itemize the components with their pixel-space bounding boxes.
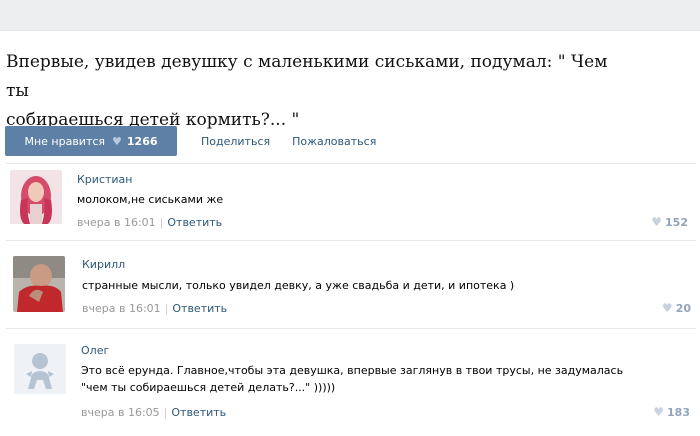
share-link[interactable]: Поделиться: [201, 135, 270, 148]
like-label: Мне нравится: [24, 134, 106, 148]
post-text-line: Впервые, увидев девушку с маленькими сис…: [6, 52, 608, 101]
comment-meta: вчера в 16:01 | Ответить: [82, 302, 228, 315]
comment-text-line: Это всё ерунда. Главное,чтобы эта девушк…: [81, 364, 624, 377]
comment-author[interactable]: Кирилл: [82, 258, 125, 271]
person-silhouette-icon: [14, 344, 66, 394]
reply-link[interactable]: Ответить: [172, 302, 227, 315]
comment-text: странные мысли, только увидел девку, а у…: [82, 279, 515, 292]
comment-like-button[interactable]: ♥ 20: [662, 301, 691, 315]
comment-like-count: 183: [667, 405, 690, 419]
divider: [6, 328, 696, 329]
comment-time[interactable]: вчера в 16:05: [81, 406, 160, 419]
like-count: 1266: [126, 134, 158, 148]
top-bar: [0, 0, 700, 31]
avatar-photo: [13, 256, 65, 312]
comment-like-count: 20: [675, 301, 691, 315]
comment-author[interactable]: Олег: [81, 344, 109, 357]
report-link[interactable]: Пожаловаться: [292, 135, 376, 148]
comment-like-count: 152: [665, 215, 688, 229]
heart-icon: ♥: [112, 134, 122, 148]
comment-author[interactable]: Кристиан: [77, 173, 132, 186]
comment-text: Это всё ерунда. Главное,чтобы эта девушк…: [81, 362, 623, 396]
comment-text: молоком,не сиськами же: [77, 193, 224, 206]
reply-link[interactable]: Ответить: [171, 406, 226, 419]
heart-icon: ♥: [651, 215, 663, 229]
comment-like-button[interactable]: ♥ 183: [653, 405, 690, 419]
comment-like-button[interactable]: ♥ 152: [651, 215, 688, 229]
divider: [6, 240, 696, 241]
post-actions: Мне нравится ♥ 1266 Поделиться Пожаловат…: [5, 126, 376, 156]
comment-meta: вчера в 16:05 | Ответить: [81, 406, 227, 419]
avatar-photo: [10, 170, 62, 224]
avatar[interactable]: [13, 256, 65, 312]
heart-icon: ♥: [661, 301, 673, 315]
comment-meta: вчера в 16:01 | Ответить: [77, 216, 223, 229]
comment-text-line: "чем ты собираешься детей делать?..." ))…: [81, 381, 336, 394]
avatar[interactable]: [10, 170, 62, 224]
reply-link[interactable]: Ответить: [167, 216, 222, 229]
heart-icon: ♥: [653, 405, 665, 419]
avatar[interactable]: [14, 344, 66, 394]
comment-time[interactable]: вчера в 16:01: [82, 302, 161, 315]
like-button[interactable]: Мне нравится ♥ 1266: [5, 126, 177, 156]
post-text: Впервые, увидев девушку с маленькими сис…: [6, 48, 626, 135]
comment-time[interactable]: вчера в 16:01: [77, 216, 156, 229]
divider: [6, 163, 696, 164]
